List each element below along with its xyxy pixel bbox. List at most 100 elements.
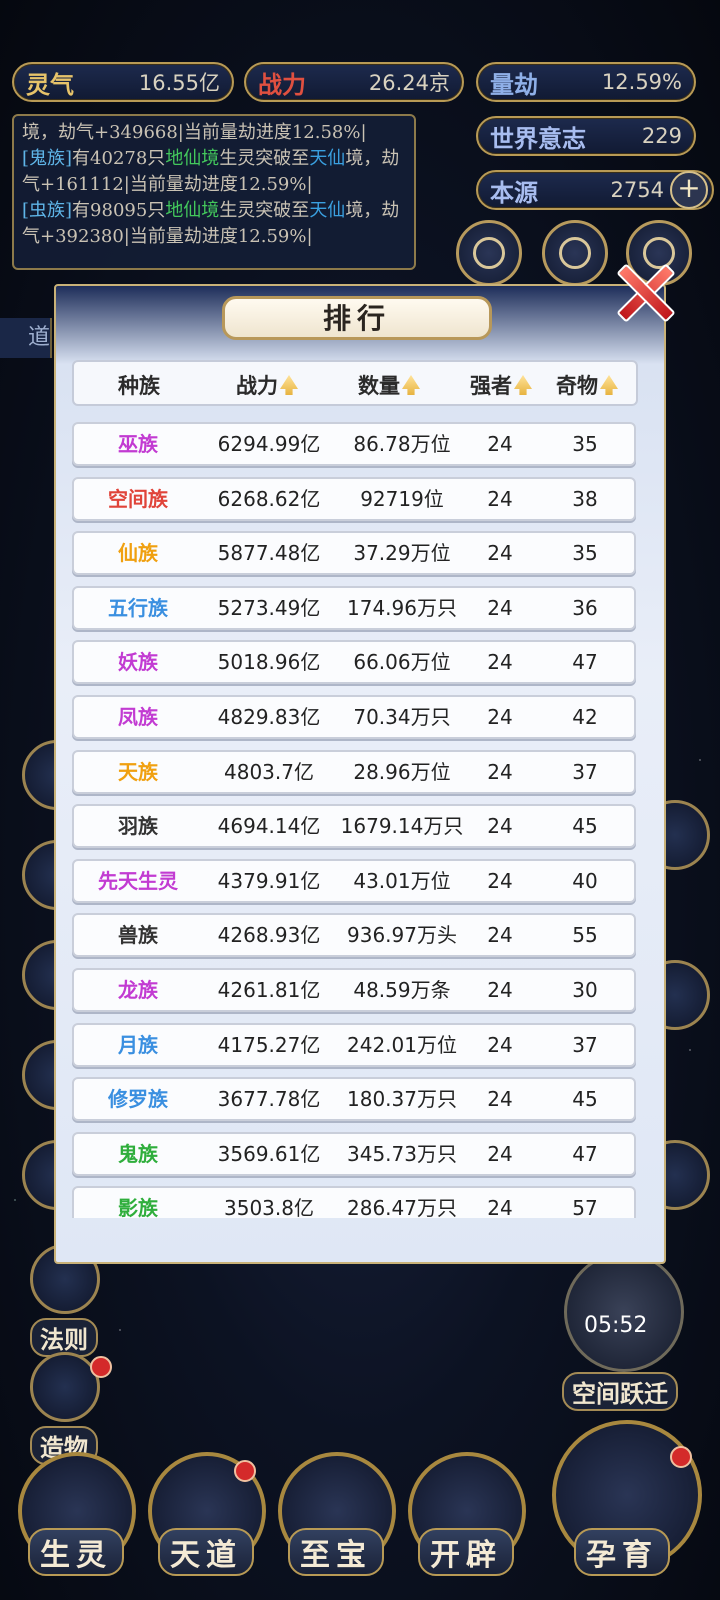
table-row[interactable]: 先天生灵 4379.91亿 43.01万位 24 40: [72, 858, 636, 903]
race-power: 4379.91亿: [217, 868, 321, 893]
race-power: 4268.93亿: [217, 923, 321, 948]
table-row[interactable]: 兽族 4268.93亿 936.97万头 24 55: [72, 913, 636, 958]
stat-lingqi-label: 灵气: [26, 69, 74, 99]
stat-zhanli-value: 26.24京: [368, 71, 450, 95]
notification-dot: [670, 1446, 692, 1468]
stat-liangjie[interactable]: 量劫 12.59%: [476, 62, 696, 102]
race-artifact-count: 55: [572, 923, 598, 948]
race-strong-count: 24: [487, 650, 513, 675]
race-artifact-count: 42: [572, 705, 598, 729]
race-power: 6294.99亿: [217, 432, 321, 456]
stat-shijie[interactable]: 世界意志 229: [476, 116, 696, 156]
race-strong-count: 24: [487, 1032, 513, 1057]
sort-artifact-button[interactable]: 奇物: [556, 370, 618, 400]
ranking-list[interactable]: 巫族 6294.99亿 86.78万位 24 35 空间族 6268.62亿 92719位 24…: [72, 422, 638, 1218]
race-quantity: 1679.14万只: [340, 814, 464, 839]
race-artifact-count: 38: [572, 486, 598, 511]
race-strong-count: 24: [487, 814, 513, 839]
race-quantity: 28.96万位: [353, 759, 451, 784]
race-strong-count: 24: [487, 923, 513, 948]
race-strong-count: 24: [487, 1196, 513, 1218]
race-artifact-count: 47: [572, 650, 598, 675]
log-up-realm: 天仙: [309, 200, 346, 221]
nav-yunyu[interactable]: 孕育: [574, 1528, 670, 1576]
stat-benyuan[interactable]: 本源 2754 +: [476, 170, 714, 210]
close-icon[interactable]: [614, 262, 672, 320]
table-row[interactable]: 羽族 4694.14亿 1679.14万只 24 45: [72, 804, 636, 849]
header-race-label: 种族: [118, 373, 160, 398]
zaowu-icon[interactable]: [30, 1352, 100, 1422]
race-artifact-count: 45: [572, 814, 598, 839]
stat-shijie-value: 229: [641, 124, 682, 148]
sort-arrow-icon: [600, 375, 618, 395]
race-strong-count: 24: [487, 1087, 513, 1112]
race-strong-count: 24: [487, 705, 513, 729]
scroll-icon-button[interactable]: [456, 220, 522, 286]
race-artifact-count: 36: [572, 595, 598, 620]
table-row[interactable]: 月族 4175.27亿 242.01万位 24 37: [72, 1022, 636, 1067]
race-name: 龙族: [118, 978, 158, 1002]
log-race: [鬼族]: [22, 148, 73, 169]
sort-strong-button[interactable]: 强者: [470, 370, 532, 400]
race-strong-count: 24: [487, 1141, 513, 1166]
race-strong-count: 24: [487, 759, 513, 784]
race-strong-count: 24: [487, 541, 513, 566]
space-jump-timer: 05:52: [584, 1313, 648, 1338]
table-row[interactable]: 龙族 4261.81亿 48.59万条 24 30: [72, 968, 636, 1012]
header-power-label: 战力: [236, 373, 278, 398]
ranking-table-header: 种族 战力 数量 强者 奇物: [72, 360, 638, 406]
space-jump-icon[interactable]: [564, 1252, 684, 1372]
table-row[interactable]: 空间族 6268.62亿 92719位 24 38: [72, 476, 636, 521]
race-strong-count: 24: [487, 868, 513, 893]
table-row[interactable]: 天族 4803.7亿 28.96万位 24 37: [72, 749, 636, 794]
race-name: 天族: [118, 759, 158, 784]
race-artifact-count: 37: [572, 1032, 598, 1057]
log-up-realm: 天仙: [309, 148, 346, 169]
race-quantity: 180.37万只: [347, 1087, 457, 1112]
stat-benyuan-label: 本源: [490, 177, 538, 207]
table-row[interactable]: 仙族 5877.48亿 37.29万位 24 35: [72, 531, 636, 576]
race-name: 影族: [118, 1196, 158, 1218]
race-name: 巫族: [118, 432, 158, 456]
race-power: 5877.48亿: [217, 541, 321, 566]
nav-kaipi[interactable]: 开辟: [418, 1528, 514, 1576]
stat-benyuan-value: 2754: [610, 178, 664, 202]
table-row[interactable]: 修罗族 3677.78亿 180.37万只 24 45: [72, 1077, 636, 1122]
table-row[interactable]: 五行族 5273.49亿 174.96万只 24 36: [72, 585, 636, 630]
log-entry: [虫族]有98095只地仙境生灵突破至天仙境，劫气+392380|当前量劫进度1…: [22, 198, 406, 250]
race-name: 鬼族: [118, 1141, 158, 1166]
table-row[interactable]: 鬼族 3569.61亿 345.73万只 24 47: [72, 1131, 636, 1176]
race-name: 五行族: [108, 595, 168, 620]
race-quantity: 66.06万位: [353, 650, 451, 675]
event-log[interactable]: 境，劫气+349668|当前量劫进度12.58%| [鬼族]有40278只地仙境…: [12, 114, 416, 270]
log-realm: 地仙境: [165, 200, 220, 221]
table-row[interactable]: 妖族 5018.96亿 66.06万位 24 47: [72, 640, 636, 685]
stat-liangjie-value: 12.59%: [601, 70, 682, 94]
race-strong-count: 24: [487, 595, 513, 620]
race-name: 羽族: [118, 814, 158, 839]
notification-dot: [234, 1460, 256, 1482]
log-line: 境，劫气+349668|当前量劫进度12.58%|: [22, 122, 367, 143]
stat-zhanli-label: 战力: [258, 69, 306, 99]
sort-power-button[interactable]: 战力: [236, 370, 298, 400]
race-artifact-count: 47: [572, 1141, 598, 1166]
table-row[interactable]: 凤族 4829.83亿 70.34万只 24 42: [72, 695, 636, 739]
race-power: 4803.7亿: [224, 759, 314, 784]
sort-qty-button[interactable]: 数量: [358, 370, 420, 400]
nav-zhibao[interactable]: 至宝: [288, 1528, 384, 1576]
eye-icon-button[interactable]: [542, 220, 608, 286]
nav-tiandao[interactable]: 天道: [158, 1528, 254, 1576]
table-row[interactable]: 影族 3503.8亿 286.47万只 24 57: [72, 1186, 636, 1218]
add-benyuan-button[interactable]: +: [670, 171, 708, 209]
space-jump-label[interactable]: 空间跃迁: [562, 1372, 678, 1411]
nav-shengling[interactable]: 生灵: [28, 1528, 124, 1576]
race-quantity: 70.34万只: [353, 705, 451, 729]
race-quantity: 48.59万条: [353, 978, 451, 1002]
side-tab-dao[interactable]: 道: [0, 318, 52, 358]
race-quantity: 345.73万只: [347, 1141, 457, 1166]
stat-lingqi: 灵气 16.55亿: [12, 62, 234, 102]
race-name: 兽族: [118, 923, 158, 948]
stat-shijie-label: 世界意志: [490, 123, 586, 153]
race-power: 4694.14亿: [217, 814, 321, 839]
table-row[interactable]: 巫族 6294.99亿 86.78万位 24 35: [72, 422, 636, 466]
